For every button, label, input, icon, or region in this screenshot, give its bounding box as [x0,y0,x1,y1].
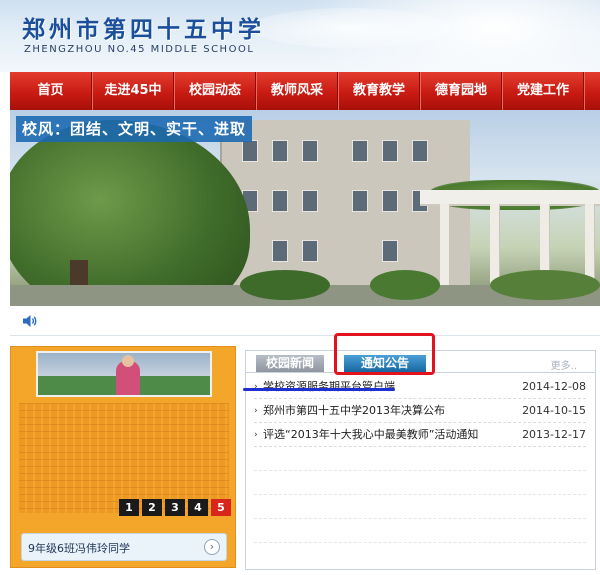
empty-row [254,471,586,495]
building-window [242,140,258,162]
building-window [352,190,368,212]
nav-item-education[interactable]: 教育教学 [338,72,420,110]
school-name[interactable]: 郑州市第四十五中学 [22,10,265,44]
nav-item-home[interactable]: 首页 [10,72,92,110]
building-window [272,140,288,162]
bio-text-lines [19,403,229,513]
pager-2[interactable]: 2 [142,499,162,516]
building-window [382,240,398,262]
photo-face [122,355,134,367]
building-window [302,240,318,262]
site-header: 郑州市第四十五中学 ZHENGZHOU NO.45 MIDDLE SCHOOL [0,0,600,72]
pager-3[interactable]: 3 [165,499,185,516]
chevron-right-icon[interactable]: › [204,539,220,555]
nav-item-campus-news[interactable]: 校园动态 [174,72,256,110]
tab-campus-news[interactable]: 校园新闻 [256,355,324,372]
building-window [382,140,398,162]
student-caption-text: 9年级6班冯伟玲同学 [28,542,130,555]
news-date: 2014-10-15 [522,404,586,417]
campus-banner: 校风：团结、文明、实干、进取 [10,110,600,306]
highlight-box [334,333,435,375]
student-caption[interactable]: 9年级6班冯伟玲同学 › [21,533,227,561]
banner-bush [490,270,600,300]
building-window [382,190,398,212]
news-title[interactable]: 郑州市第四十五中学2013年决算公布 [263,399,445,423]
nav-item-teachers[interactable]: 教师风采 [256,72,338,110]
main-nav: 首页 走进45中 校园动态 教师风采 教育教学 德育园地 党建工作 视 [10,72,600,110]
pager-4[interactable]: 4 [188,499,208,516]
building-window [302,140,318,162]
school-motto: 校风：团结、文明、实干、进取 [16,116,253,142]
nav-item-party-work[interactable]: 党建工作 [502,72,584,110]
student-showcase: 1 2 3 4 5 9年级6班冯伟玲同学 › [10,346,236,568]
news-title[interactable]: 学校资源服务期平台管户端 [263,375,395,399]
pergola-beam [420,190,600,204]
more-link[interactable]: 更多.. [551,357,577,372]
school-name-en: ZHENGZHOU NO.45 MIDDLE SCHOOL [24,44,255,55]
speaker-icon[interactable] [22,314,38,328]
bullet-icon: › [254,406,258,416]
empty-row [254,495,586,519]
banner-bush [370,270,440,300]
nav-item-about[interactable]: 走进45中 [92,72,174,110]
highlight-underline [243,388,395,391]
bullet-icon: › [254,382,258,392]
news-list: › 学校资源服务期平台管户端 2014-12-08 › 郑州市第四十五中学201… [254,375,586,543]
list-item[interactable]: › 学校资源服务期平台管户端 2014-12-08 [254,375,586,399]
building-window [272,190,288,212]
banner-tree [10,120,250,306]
nav-item-video[interactable]: 视 [584,72,600,110]
empty-row [254,519,586,543]
building-window [412,140,428,162]
header-cloud [250,8,450,48]
bullet-icon: › [254,430,258,440]
banner-bush [240,270,330,300]
empty-row [254,447,586,471]
news-title[interactable]: 评选“2013年十大我心中最美教师”活动通知 [263,423,478,447]
pager-1[interactable]: 1 [119,499,139,516]
news-date: 2013-12-17 [522,428,586,441]
building-window [272,240,288,262]
audio-bar [10,306,600,336]
student-bio-text [19,403,229,513]
building-window [352,140,368,162]
pager-5[interactable]: 5 [211,499,231,516]
news-panel: 校园新闻 通知公告 更多.. › 学校资源服务期平台管户端 2014-12-08… [245,350,596,570]
showcase-pager: 1 2 3 4 5 [119,499,231,516]
building-window [302,190,318,212]
nav-item-moral-education[interactable]: 德育园地 [420,72,502,110]
list-item[interactable]: › 郑州市第四十五中学2013年决算公布 2014-10-15 [254,399,586,423]
list-item[interactable]: › 评选“2013年十大我心中最美教师”活动通知 2013-12-17 [254,423,586,447]
student-photo[interactable] [36,351,212,397]
news-date: 2014-12-08 [522,380,586,393]
